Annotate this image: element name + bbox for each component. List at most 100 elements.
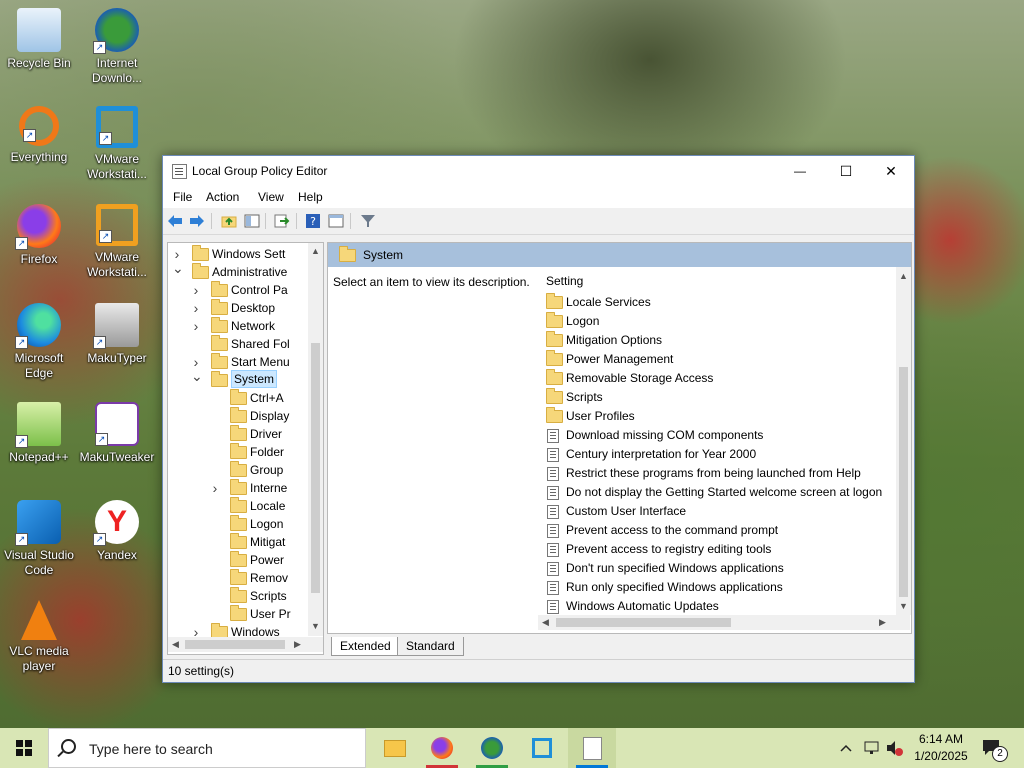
taskbar-search-box[interactable]: Type here to search [48,728,366,768]
folder-icon [230,569,247,585]
scroll-thumb[interactable] [185,640,285,649]
title-bar[interactable]: Local Group Policy Editor — ☐ ✕ [163,156,914,186]
tree-item[interactable]: Group [168,461,306,479]
scroll-up-arrow-icon[interactable]: ▲ [896,271,911,281]
tree-item-label: Interne [250,481,288,495]
tree-item[interactable]: › Start Menu [168,353,306,371]
desktop-icon-edge[interactable]: ↗ Microsoft Edge [0,303,78,381]
windows-start-icon[interactable] [0,728,48,768]
scroll-right-arrow-icon[interactable]: ▶ [290,639,305,650]
volume-muted-icon[interactable] [884,728,904,768]
tree-item[interactable]: Ctrl+A [168,389,306,407]
tree-item[interactable]: › Control Pa [168,281,306,299]
column-header-setting[interactable]: Setting [546,274,583,288]
export-list-icon[interactable] [274,213,290,229]
menu-action[interactable]: Action [206,190,239,204]
taskbar-group-policy-editor[interactable] [568,728,616,768]
show-hidden-icons-chevron-up-icon[interactable] [838,728,854,768]
back-arrow-icon[interactable] [167,213,183,229]
tree-item[interactable]: Driver [168,425,306,443]
chevron-right-icon[interactable]: › [210,479,220,497]
chevron-right-icon[interactable]: › [191,317,201,335]
network-icon[interactable] [862,728,882,768]
folder-icon [211,299,228,315]
close-button[interactable]: ✕ [868,156,914,186]
chevron-down-icon[interactable]: ⌄ [172,259,184,277]
vscode-icon: ↗ [15,500,61,546]
minimize-button[interactable]: — [777,156,823,186]
tree-item[interactable]: Shared Fol [168,335,306,353]
desktop-icon-recycle-bin[interactable]: Recycle Bin [0,8,78,71]
taskbar-internet-download-manager[interactable] [468,728,516,768]
tab-standard[interactable]: Standard [397,637,464,656]
tree-horizontal-scrollbar[interactable]: ◀ ▶ [168,637,323,652]
tree-item[interactable]: Display [168,407,306,425]
scroll-up-arrow-icon[interactable]: ▲ [308,246,323,256]
desktop-icon-yandex[interactable]: Y ↗ Yandex [78,500,156,563]
desktop-icon-internet-download-manager[interactable]: ↗ Internet Downlo... [78,8,156,86]
tree-item[interactable]: ⌄ System [168,368,306,389]
tree-item[interactable]: Logon [168,515,306,533]
tree-item[interactable]: User Pr [168,605,306,623]
scroll-left-arrow-icon[interactable]: ◀ [538,617,553,628]
settings-vertical-scrollbar[interactable]: ▲ ▼ [896,267,911,615]
desktop-icon-vmware-1[interactable]: ↗ VMware Workstati... [78,106,156,182]
tree-item[interactable]: Mitigat [168,533,306,551]
menu-file[interactable]: File [173,190,192,204]
chevron-right-icon[interactable]: › [191,299,201,317]
tree-item[interactable]: Locale [168,497,306,515]
tree-item[interactable]: Folder [168,443,306,461]
folder-icon [339,246,356,262]
desktop-icon-vmware-2[interactable]: ↗ VMware Workstati... [78,204,156,280]
tree-item[interactable]: › Windows Sett [168,245,306,263]
filter-icon[interactable] [360,213,376,229]
show-hide-tree-icon[interactable] [244,213,260,229]
desktop-icon-vlc[interactable]: VLC media player [0,600,78,674]
help-icon[interactable]: ? [305,213,321,229]
scroll-left-arrow-icon[interactable]: ◀ [168,639,183,650]
desktop-icon-firefox[interactable]: ↗ Firefox [0,204,78,267]
desktop-icon-vscode[interactable]: ↗ Visual Studio Code [0,500,78,578]
taskbar-firefox[interactable] [418,728,466,768]
scroll-down-arrow-icon[interactable]: ▼ [308,621,323,631]
tree-item[interactable]: Scripts [168,587,306,605]
desktop-icon-makutyper[interactable]: ↗ MakuTyper [78,303,156,366]
desktop-icon-makutweaker[interactable]: ↗ MakuTweaker [78,402,156,465]
properties-icon[interactable] [328,213,344,229]
tree-vertical-scrollbar[interactable]: ▲ ▼ [308,243,323,636]
settings-pane[interactable]: System Select an item to view its descri… [327,242,912,634]
setting-label: Restrict these programs from being launc… [566,466,861,480]
tree-item[interactable]: Power [168,551,306,569]
forward-arrow-icon[interactable] [189,213,205,229]
scroll-thumb[interactable] [556,618,731,627]
tree-item[interactable]: ⌄ Administrative [168,260,306,281]
maximize-button[interactable]: ☐ [823,156,869,186]
group-policy-editor-window[interactable]: Local Group Policy Editor — ☐ ✕ File Act… [162,155,915,683]
tree-item[interactable]: › Network [168,317,306,335]
setting-label: Locale Services [566,295,651,309]
tree-item-label: Administrative [212,265,288,279]
menu-view[interactable]: View [258,190,284,204]
scroll-down-arrow-icon[interactable]: ▼ [896,601,911,611]
tab-extended[interactable]: Extended [331,637,400,656]
tree-item[interactable]: › Desktop [168,299,306,317]
settings-horizontal-scrollbar[interactable]: ◀ ▶ [538,615,910,630]
navigation-tree[interactable]: › Windows Sett ⌄ Administrative › Control Pa ›… [167,242,324,655]
desktop-icon-notepadpp[interactable]: ↗ Notepad++ [0,402,78,465]
taskbar-clock[interactable]: 6:14 AM 1/20/2025 [906,731,976,765]
desktop-icon-everything[interactable]: ↗ Everything [0,106,78,165]
taskbar-file-explorer[interactable] [370,728,418,768]
setting-label: Custom User Interface [566,504,687,518]
taskbar-vmware[interactable] [518,728,566,768]
everything-search-icon: ↗ [19,106,59,146]
scroll-right-arrow-icon[interactable]: ▶ [875,617,890,628]
chevron-right-icon[interactable]: › [191,281,201,299]
chevron-down-icon[interactable]: ⌄ [191,367,203,385]
notification-center-button[interactable]: 2 [980,736,1008,762]
scroll-thumb[interactable] [899,367,908,597]
tree-item[interactable]: › Interne [168,479,306,497]
tree-item[interactable]: Remov [168,569,306,587]
up-folder-icon[interactable] [221,213,237,229]
menu-help[interactable]: Help [298,190,323,204]
scroll-thumb[interactable] [311,343,320,593]
